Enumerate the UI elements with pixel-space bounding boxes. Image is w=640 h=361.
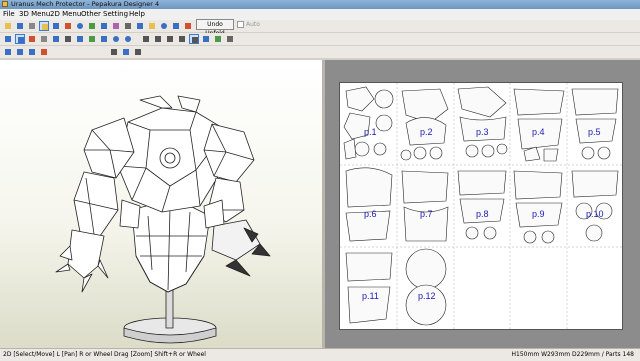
show-flaps-icon[interactable] bbox=[165, 34, 175, 44]
status-bar: 2D [Select/Move] L [Pan] R or Wheel Drag… bbox=[0, 348, 640, 361]
app-icon bbox=[2, 1, 8, 7]
view-front-icon[interactable] bbox=[3, 47, 13, 57]
lock-icon[interactable] bbox=[189, 34, 199, 44]
flip-icon[interactable] bbox=[39, 34, 49, 44]
view-reset-icon[interactable] bbox=[39, 47, 49, 57]
page-label-2: p.2 bbox=[420, 127, 433, 137]
page-label-6: p.6 bbox=[364, 209, 377, 219]
image-icon[interactable] bbox=[87, 34, 97, 44]
grid-icon[interactable] bbox=[133, 47, 143, 57]
printer-icon[interactable] bbox=[225, 34, 235, 44]
show-numbers-icon[interactable] bbox=[177, 34, 187, 44]
unfold-icon[interactable] bbox=[87, 21, 97, 31]
menu-help[interactable]: Help bbox=[129, 9, 145, 20]
open-icon[interactable] bbox=[3, 21, 13, 31]
print-icon[interactable] bbox=[27, 21, 37, 31]
mode-icon[interactable] bbox=[183, 21, 193, 31]
page-label-12: p.12 bbox=[418, 291, 436, 301]
save-icon[interactable] bbox=[15, 21, 25, 31]
help-icon[interactable] bbox=[171, 21, 181, 31]
view-top-icon[interactable] bbox=[27, 47, 37, 57]
window-title: Uranus Mech Protector - Pepakura Designe… bbox=[11, 0, 160, 8]
toolbar-view bbox=[0, 46, 640, 58]
fold-lines-icon[interactable] bbox=[123, 21, 133, 31]
page-label-8: p.8 bbox=[476, 209, 489, 219]
select-icon[interactable] bbox=[15, 34, 25, 44]
cut-icon[interactable] bbox=[51, 34, 61, 44]
texture-icon[interactable] bbox=[111, 21, 121, 31]
mech-model-3d bbox=[55, 95, 271, 344]
view-side-icon[interactable] bbox=[15, 47, 25, 57]
line-icon[interactable] bbox=[63, 34, 73, 44]
page-label-1: p.1 bbox=[364, 127, 377, 137]
page-label-3: p.3 bbox=[476, 127, 489, 137]
text-icon[interactable] bbox=[75, 34, 85, 44]
rotate-icon[interactable] bbox=[27, 34, 37, 44]
toolbar-main bbox=[0, 20, 640, 32]
undo-icon[interactable] bbox=[111, 34, 121, 44]
arrange-icon[interactable] bbox=[99, 34, 109, 44]
page-label-9: p.9 bbox=[532, 209, 545, 219]
info-icon[interactable] bbox=[159, 21, 169, 31]
zoom-icon[interactable] bbox=[75, 21, 85, 31]
page-label-11: p.11 bbox=[362, 291, 379, 301]
page-label-10: p.10 bbox=[586, 209, 604, 219]
fit-icon[interactable] bbox=[109, 47, 119, 57]
join-tool-icon[interactable] bbox=[63, 21, 73, 31]
page-label-4: p.4 bbox=[532, 127, 545, 137]
edge-tool-icon[interactable] bbox=[51, 21, 61, 31]
paper-sheet: p.1 p.2 p.3 p.4 p.5 p.6 p.7 p.8 p.9 p.10… bbox=[339, 82, 624, 331]
zoom-fit-icon[interactable] bbox=[121, 47, 131, 57]
3d-view[interactable] bbox=[0, 60, 322, 348]
show-parts-icon[interactable] bbox=[141, 34, 151, 44]
menu-2d[interactable]: 2D Menu bbox=[50, 9, 81, 20]
page-label-5: p.5 bbox=[588, 127, 601, 137]
page-setup-icon[interactable] bbox=[201, 34, 211, 44]
menu-setting[interactable]: Setting bbox=[103, 9, 128, 20]
flap-icon[interactable] bbox=[99, 21, 109, 31]
export-icon[interactable] bbox=[213, 34, 223, 44]
unfolded-parts bbox=[340, 83, 624, 331]
auto-checkbox[interactable] bbox=[237, 21, 244, 28]
undo-unfold-button[interactable]: Undo Unfold bbox=[196, 19, 234, 37]
toolbar-edit bbox=[0, 33, 640, 45]
menu-3d[interactable]: 3D Menu bbox=[19, 9, 50, 20]
menu-file[interactable]: File bbox=[3, 9, 15, 20]
move-icon[interactable] bbox=[3, 34, 13, 44]
settings-icon[interactable] bbox=[135, 21, 145, 31]
status-dimensions: H150mm W293mm D229mm / Parts 148 bbox=[511, 351, 634, 358]
page-label-7: p.7 bbox=[420, 209, 433, 219]
show-edges-icon[interactable] bbox=[153, 34, 163, 44]
title-bar: Uranus Mech Protector - Pepakura Designe… bbox=[0, 0, 640, 9]
page-icon[interactable] bbox=[147, 21, 157, 31]
auto-label: Auto bbox=[246, 21, 260, 28]
select-tool-icon[interactable] bbox=[39, 21, 49, 31]
status-hint: 2D [Select/Move] L [Pan] R or Wheel Drag… bbox=[3, 351, 206, 358]
redo-icon[interactable] bbox=[123, 34, 133, 44]
menu-other[interactable]: Other bbox=[81, 9, 101, 20]
